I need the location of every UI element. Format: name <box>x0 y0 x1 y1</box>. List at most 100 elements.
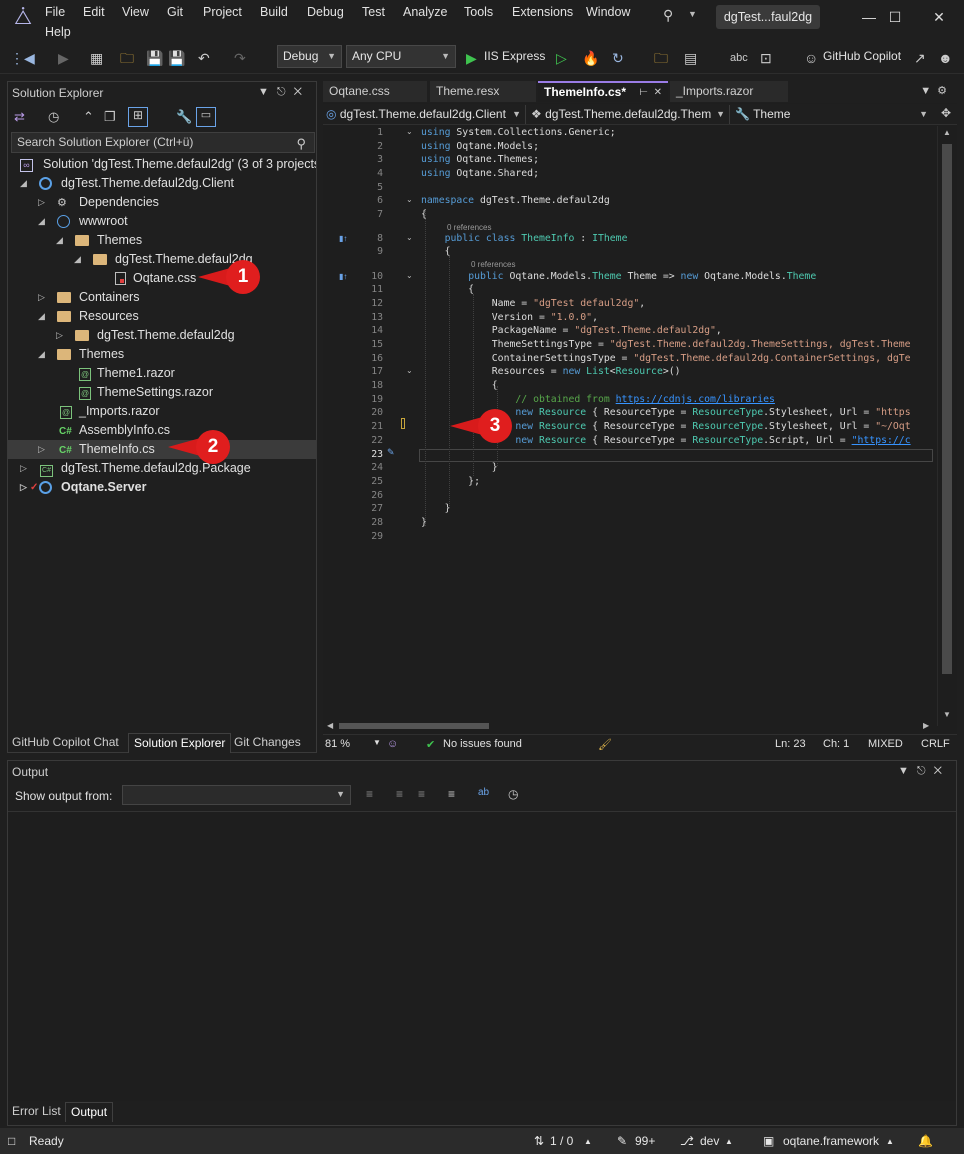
chevron-up-icon[interactable]: ▲ <box>584 1137 592 1146</box>
changes-count[interactable]: 99+ <box>635 1134 655 1148</box>
codelens-references[interactable]: 0 references <box>447 223 491 232</box>
expand-arrow-icon[interactable]: ◢ <box>20 174 27 193</box>
feedback-icon[interactable]: ☻ <box>938 48 953 68</box>
repository-name[interactable]: oqtane.framework <box>783 1134 879 1148</box>
tab-theme-resx[interactable]: Theme.resx <box>430 81 536 102</box>
collapse-arrow-icon[interactable]: ▷ <box>20 478 27 497</box>
menu-project[interactable]: Project <box>203 5 242 19</box>
scroll-up-icon[interactable]: ▲ <box>943 128 951 137</box>
share-icon[interactable]: ↗ <box>914 48 926 68</box>
save-all-icon[interactable]: 💾 <box>168 48 185 68</box>
tab-solution-explorer[interactable]: Solution Explorer <box>128 733 232 753</box>
line-number[interactable]: Ln: 23 <box>775 738 806 750</box>
back-icon[interactable]: ◀ <box>24 48 35 68</box>
undo-icon[interactable]: ↶ <box>198 48 210 68</box>
expand-arrow-icon[interactable]: ◢ <box>38 307 45 326</box>
menu-test[interactable]: Test <box>362 5 385 19</box>
vs-switch-views-icon[interactable]: ⇄ <box>14 109 25 125</box>
split-icon[interactable]: ✥ <box>941 106 951 120</box>
menu-window[interactable]: Window <box>586 5 630 19</box>
tree-item-wwwroot[interactable]: ◢ wwwroot <box>8 212 316 231</box>
refresh-icon[interactable]: ↻ <box>612 48 624 68</box>
menu-view[interactable]: View <box>122 5 149 19</box>
tree-item-package-project[interactable]: ▷ C# dgTest.Theme.defaul2dg.Package <box>8 459 316 478</box>
sync-icon[interactable]: ⊞ <box>128 107 148 127</box>
tab-overflow-controls[interactable]: ▼⚙ <box>920 84 953 97</box>
open-folder-icon[interactable]: 🗀 <box>120 48 134 68</box>
issues-status[interactable]: No issues found <box>443 738 522 750</box>
tree-item-oqtane-css[interactable]: Oqtane.css <box>8 269 316 288</box>
forward-icon[interactable]: ▶ <box>58 48 69 68</box>
maximize-icon[interactable]: ☐ <box>872 4 918 30</box>
whitespace-mode[interactable]: MIXED <box>868 738 903 750</box>
panel-controls[interactable]: ▼⎋✕ <box>258 86 310 99</box>
scroll-down-icon[interactable]: ▼ <box>943 710 951 719</box>
tab-oqtane-css[interactable]: Oqtane.css <box>323 81 427 102</box>
menu-debug[interactable]: Debug <box>307 5 344 19</box>
menu-file[interactable]: File <box>45 5 65 19</box>
tree-item-resources-theme-folder[interactable]: ▷ dgTest.Theme.defaul2dg <box>8 326 316 345</box>
chevron-down-icon[interactable]: ▼ <box>688 9 697 19</box>
notifications-icon[interactable]: 🔔 <box>918 1134 933 1148</box>
scrollbar-thumb[interactable] <box>339 723 489 729</box>
fold-icon[interactable]: ⌄ <box>406 233 413 242</box>
properties-icon[interactable]: 🔧 <box>176 109 192 125</box>
close-icon[interactable]: ✕ <box>916 4 962 30</box>
menu-git[interactable]: Git <box>167 5 183 19</box>
tree-item-containers[interactable]: ▷ Containers <box>8 288 316 307</box>
code-area[interactable]: ▮↑ ▮↑ ✎ 1 ⌄ using System.Collections.Gene… <box>323 126 937 716</box>
codelens-references[interactable]: 0 references <box>471 260 515 269</box>
chevron-down-icon[interactable]: ▼ <box>373 738 381 747</box>
preview-icon[interactable]: ▭ <box>196 107 216 127</box>
configuration-select[interactable]: Debug ▼ <box>277 45 342 68</box>
member-dropdown[interactable]: 🔧 Theme ▼ <box>732 105 932 124</box>
scroll-left-icon[interactable]: ◀ <box>327 721 333 730</box>
expand-arrow-icon[interactable]: ◢ <box>74 250 81 269</box>
layout-icon[interactable]: ▤ <box>684 48 697 68</box>
timestamp-icon[interactable]: ◷ <box>508 787 518 801</box>
expand-arrow-icon[interactable]: ◢ <box>56 231 63 250</box>
target-icon[interactable]: ⊡ <box>760 48 772 68</box>
zoom-select[interactable]: 81 % <box>325 738 350 750</box>
brush-icon[interactable]: 🖌 <box>598 738 612 751</box>
collapse-all-icon[interactable]: ⌃ <box>83 109 94 125</box>
scrollbar-thumb[interactable] <box>942 144 952 674</box>
tree-item-assemblyinfo-cs[interactable]: C# AssemblyInfo.cs <box>8 421 316 440</box>
show-all-files-icon[interactable]: ❐ <box>104 109 116 125</box>
tab-error-list[interactable]: Error List <box>7 1102 66 1122</box>
pin-icon[interactable]: ⊢ <box>639 84 648 102</box>
tree-item-resources[interactable]: ◢ Resources <box>8 307 316 326</box>
tree-item-dependencies[interactable]: ▷ ⚙ Dependencies <box>8 193 316 212</box>
tab-github-copilot-chat[interactable]: GitHub Copilot Chat <box>7 733 124 753</box>
collapse-arrow-icon[interactable]: ▷ <box>20 459 27 478</box>
branch-name[interactable]: dev <box>700 1134 719 1148</box>
commits-status[interactable]: 1 / 0 <box>550 1134 573 1148</box>
platform-select[interactable]: Any CPU ▼ <box>346 45 456 68</box>
vertical-scrollbar[interactable]: ▲ ▼ <box>937 126 955 726</box>
output-content[interactable] <box>8 811 956 1101</box>
menu-tools[interactable]: Tools <box>464 5 493 19</box>
fold-icon[interactable]: ⌄ <box>406 271 413 280</box>
save-icon[interactable]: 💾 <box>146 48 163 68</box>
output-source-select[interactable]: ▼ <box>122 785 351 805</box>
redo-icon[interactable]: ↷ <box>234 48 246 68</box>
next-message-icon[interactable]: ≡ <box>418 787 425 801</box>
copilot-button[interactable]: GitHub Copilot <box>823 49 901 63</box>
menu-analyze[interactable]: Analyze <box>403 5 447 19</box>
run-target-button[interactable]: IIS Express <box>484 49 545 63</box>
word-wrap-icon[interactable]: ab <box>478 787 489 798</box>
tab-themeinfo-cs[interactable]: ThemeInfo.cs* ⊢ ✕ <box>538 81 668 102</box>
history-icon[interactable]: ◷ <box>48 109 59 125</box>
tree-item-themesettings-razor[interactable]: @ ThemeSettings.razor <box>8 383 316 402</box>
tab-git-changes[interactable]: Git Changes <box>229 733 306 753</box>
search-icon[interactable]: ⚲ <box>296 134 306 153</box>
expand-arrow-icon[interactable]: ◢ <box>38 212 45 231</box>
tab-output[interactable]: Output <box>65 1102 114 1122</box>
horizontal-scrollbar[interactable]: ◀ ▶ <box>323 719 937 733</box>
fold-icon[interactable]: ⌄ <box>406 195 413 204</box>
browse-icon[interactable]: 🗀 <box>654 48 668 68</box>
tree-item-themeinfo-cs[interactable]: ▷ C# ThemeInfo.cs <box>8 440 316 459</box>
tree-item-imports-razor[interactable]: @ _Imports.razor <box>8 402 316 421</box>
new-project-icon[interactable]: ▦ <box>90 48 103 68</box>
clear-all-icon[interactable]: ≡ <box>448 787 455 801</box>
